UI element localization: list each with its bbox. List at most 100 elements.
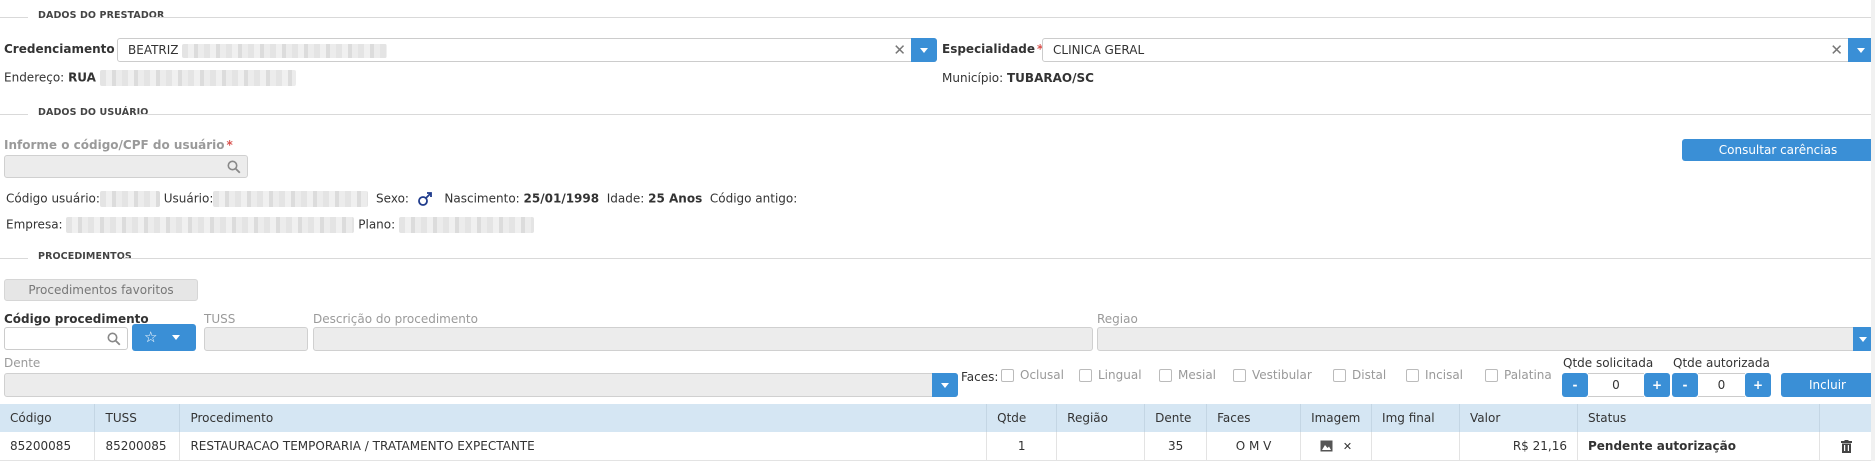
table-header-row: Código TUSS Procedimento Qtde Região Den… xyxy=(0,404,1875,432)
checkbox[interactable] xyxy=(1485,369,1498,382)
face-palatina[interactable]: Palatina xyxy=(1485,368,1552,382)
section-procedimentos: PROCEDIMENTOS xyxy=(0,251,1875,265)
chevron-down-icon[interactable] xyxy=(911,38,937,62)
descricao-label: Descrição do procedimento xyxy=(313,312,478,326)
checkbox[interactable] xyxy=(1406,369,1419,382)
col-actions xyxy=(1819,404,1875,432)
section-usuario: DADOS DO USUÁRIO xyxy=(0,107,1875,121)
cell-actions xyxy=(1819,432,1875,461)
favorite-picker-button[interactable]: ☆ xyxy=(132,324,196,351)
section-prestador: DADOS DO PRESTADOR xyxy=(0,10,1875,24)
clear-icon[interactable]: ✕ xyxy=(893,41,906,59)
image-icon[interactable] xyxy=(1320,440,1333,452)
section-procedimentos-title: PROCEDIMENTOS xyxy=(38,251,132,262)
face-oclusal[interactable]: Oclusal xyxy=(1001,368,1064,382)
codigo-procedimento-label: Código procedimento xyxy=(4,312,149,326)
col-codigo[interactable]: Código xyxy=(0,404,96,432)
checkbox[interactable] xyxy=(1079,369,1092,382)
credenciamento-select[interactable]: BEATRIZ ✕ xyxy=(117,38,937,62)
search-icon[interactable] xyxy=(107,332,121,346)
male-icon xyxy=(417,192,432,206)
qtde-autorizada-label: Qtde autorizada xyxy=(1673,356,1770,370)
qtde-solicitada-stepper[interactable]: - 0 + xyxy=(1562,373,1670,397)
close-icon[interactable]: ✕ xyxy=(1343,440,1352,453)
trash-icon[interactable] xyxy=(1841,439,1853,453)
procedimentos-favoritos-button[interactable]: Procedimentos favoritos xyxy=(4,279,198,301)
col-faces[interactable]: Faces xyxy=(1206,404,1302,432)
redacted-code xyxy=(99,191,160,207)
regiao-select[interactable] xyxy=(1097,327,1874,351)
codigo-procedimento-input[interactable] xyxy=(4,327,128,350)
cell-procedimento: RESTAURACAO TEMPORARIA / TRATAMENTO EXPE… xyxy=(179,432,988,461)
cell-dente: 35 xyxy=(1144,432,1208,461)
cell-valor: R$ 21,16 xyxy=(1459,432,1578,461)
redacted-company xyxy=(66,217,355,233)
face-distal[interactable]: Distal xyxy=(1333,368,1386,382)
decrement-button[interactable]: - xyxy=(1562,373,1588,397)
usuario-info-line1: Código usuário: Usuário: Sexo: Nasciment… xyxy=(6,191,798,207)
dente-label: Dente xyxy=(4,356,41,370)
qtde-autorizada-value[interactable]: 0 xyxy=(1698,373,1745,397)
face-lingual[interactable]: Lingual xyxy=(1079,368,1142,382)
cell-codigo: 85200085 xyxy=(0,432,96,461)
section-usuario-title: DADOS DO USUÁRIO xyxy=(38,107,149,118)
col-status[interactable]: Status xyxy=(1577,404,1820,432)
qtde-autorizada-stepper[interactable]: - 0 + xyxy=(1672,373,1771,397)
col-imagem[interactable]: Imagem xyxy=(1300,404,1373,432)
col-regiao[interactable]: Região xyxy=(1056,404,1146,432)
scrollbar[interactable] xyxy=(1871,0,1875,461)
tuss-label: TUSS xyxy=(204,312,236,326)
section-prestador-title: DADOS DO PRESTADOR xyxy=(38,10,165,21)
credenciamento-value: BEATRIZ xyxy=(128,43,179,57)
dente-select[interactable] xyxy=(4,373,958,397)
redacted-address xyxy=(99,70,296,86)
especialidade-label: Especialidade * xyxy=(942,42,1044,56)
consultar-carencias-button[interactable]: Consultar carências xyxy=(1682,139,1874,161)
col-tuss[interactable]: TUSS xyxy=(94,404,181,432)
municipio: Município: TUBARAO/SC xyxy=(942,71,1094,85)
col-qtde[interactable]: Qtde xyxy=(986,404,1058,432)
chevron-down-icon[interactable] xyxy=(1853,327,1873,351)
especialidade-select[interactable]: CLINICA GERAL ✕ xyxy=(1042,38,1874,62)
cell-imagem: ✕ xyxy=(1300,432,1373,461)
chevron-down-icon[interactable] xyxy=(932,373,958,397)
descricao-input[interactable] xyxy=(313,327,1093,351)
redacted-name xyxy=(182,43,388,58)
especialidade-value: CLINICA GERAL xyxy=(1053,43,1145,57)
decrement-button[interactable]: - xyxy=(1672,373,1698,397)
cell-qtde: 1 xyxy=(986,432,1058,461)
cell-faces: O M V xyxy=(1206,432,1302,461)
checkbox[interactable] xyxy=(1159,369,1172,382)
faces-label: Faces: xyxy=(961,370,999,384)
col-valor[interactable]: Valor xyxy=(1459,404,1578,432)
increment-button[interactable]: + xyxy=(1644,373,1670,397)
col-procedimento[interactable]: Procedimento xyxy=(179,404,988,432)
face-incisal[interactable]: Incisal xyxy=(1406,368,1463,382)
col-dente[interactable]: Dente xyxy=(1144,404,1208,432)
incluir-button[interactable]: Incluir xyxy=(1781,373,1874,397)
credenciamento-label: Credenciamento* xyxy=(4,42,123,56)
cell-regiao xyxy=(1056,432,1146,461)
checkbox[interactable] xyxy=(1233,369,1246,382)
clear-icon[interactable]: ✕ xyxy=(1830,41,1843,59)
regiao-label: Regiao xyxy=(1097,312,1138,326)
usuario-info-line2: Empresa: Plano: xyxy=(6,217,534,233)
col-img-final[interactable]: Img final xyxy=(1371,404,1461,432)
cell-status: Pendente autorização xyxy=(1577,432,1820,461)
procedures-table: Código TUSS Procedimento Qtde Região Den… xyxy=(0,404,1875,461)
star-icon: ☆ xyxy=(144,328,158,346)
chevron-down-icon xyxy=(172,335,180,340)
table-row[interactable]: 85200085 85200085 RESTAURACAO TEMPORARIA… xyxy=(0,432,1875,461)
checkbox[interactable] xyxy=(1333,369,1346,382)
increment-button[interactable]: + xyxy=(1745,373,1771,397)
face-vestibular[interactable]: Vestibular xyxy=(1233,368,1312,382)
cell-tuss: 85200085 xyxy=(94,432,181,461)
search-icon[interactable] xyxy=(227,160,241,174)
checkbox[interactable] xyxy=(1001,369,1014,382)
face-mesial[interactable]: Mesial xyxy=(1159,368,1216,382)
tuss-input[interactable] xyxy=(204,327,308,351)
endereco: Endereço: RUA xyxy=(4,70,296,86)
qtde-solicitada-value[interactable]: 0 xyxy=(1588,373,1644,397)
qtde-solicitada-label: Qtde solicitada xyxy=(1563,356,1654,370)
codigo-cpf-input[interactable] xyxy=(4,155,248,178)
